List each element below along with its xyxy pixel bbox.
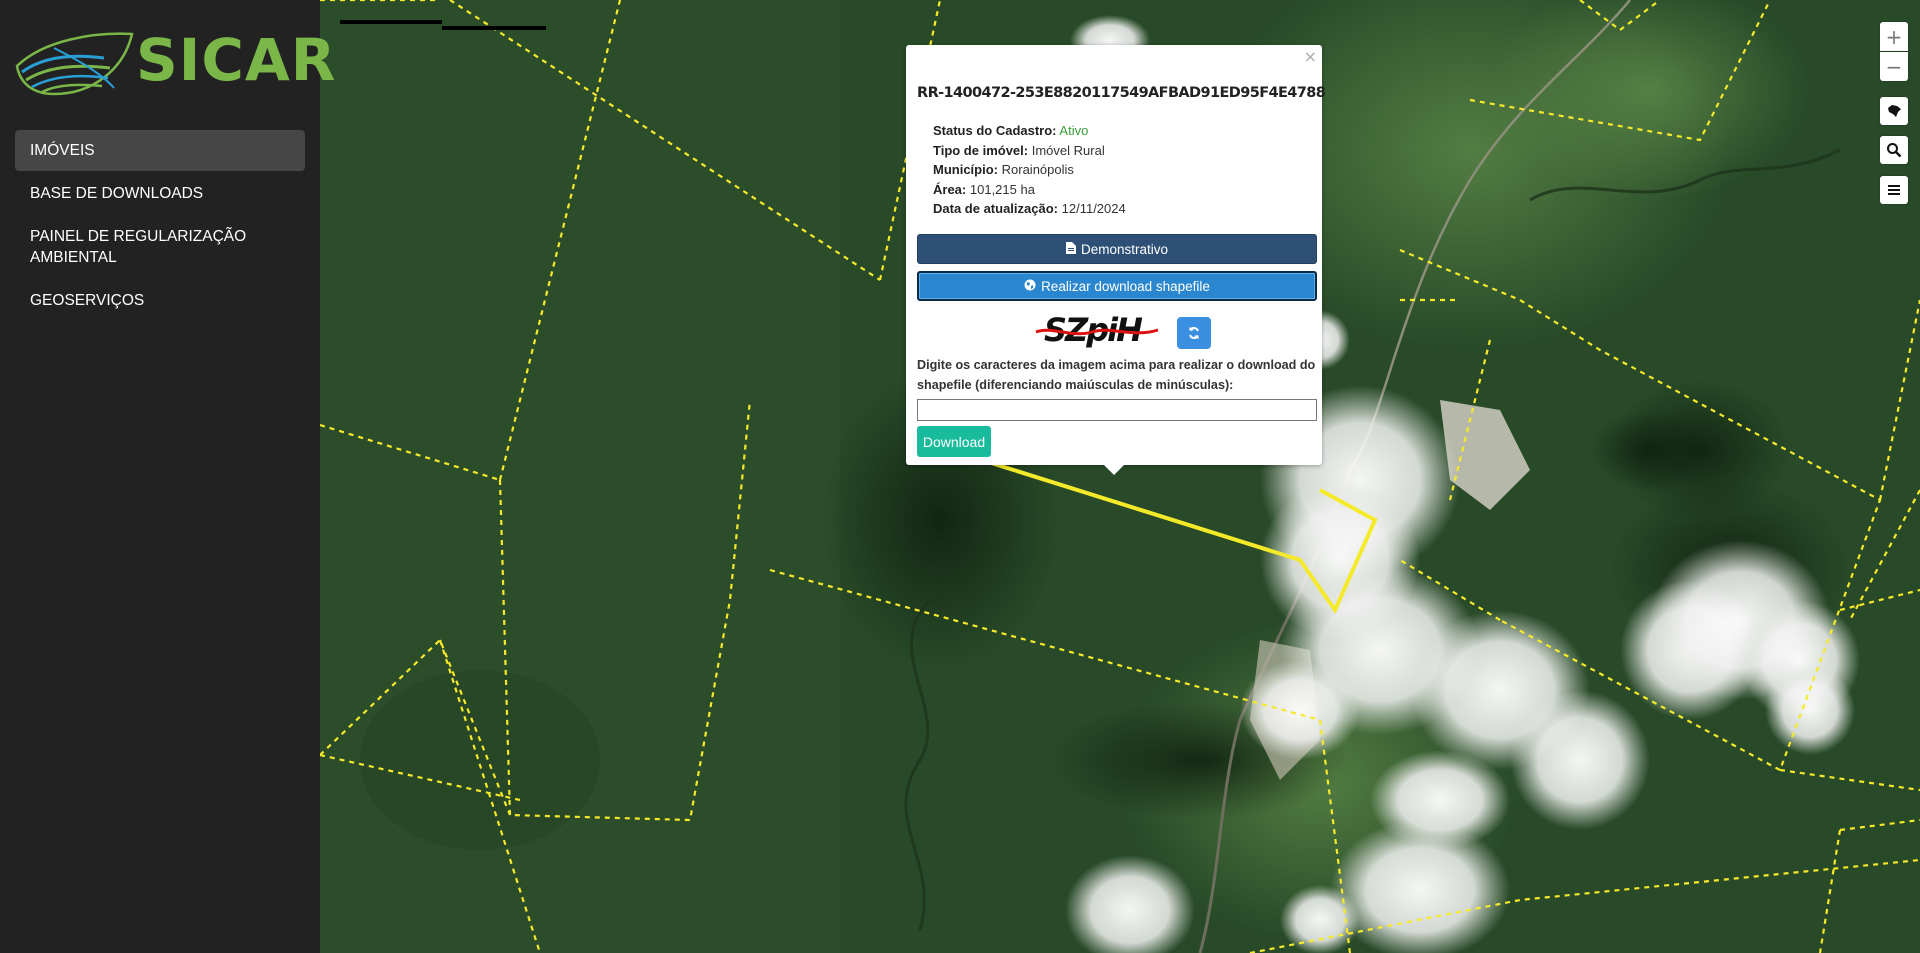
property-popup: × RR-1400472-253E8820117549AFBAD91ED95F4… bbox=[906, 45, 1326, 475]
info-label: Município: bbox=[933, 162, 998, 178]
sicar-logo-emblem-icon bbox=[15, 32, 134, 96]
layers-menu-icon bbox=[1888, 185, 1900, 195]
sidebar: SICAR IMÓVEIS BASE DE DOWNLOADS PAINEL D… bbox=[0, 0, 335, 953]
layers-menu-button[interactable] bbox=[1880, 176, 1908, 204]
info-row-data: Data de atualização: 12/11/2024 bbox=[933, 199, 1126, 219]
info-label: Data de atualização: bbox=[933, 201, 1058, 217]
captcha-image: SZpiH bbox=[1035, 311, 1159, 349]
info-row-tipo: Tipo de imóvel: Imóvel Rural bbox=[933, 141, 1126, 161]
status-value: Ativo bbox=[1059, 123, 1089, 138]
info-row-area: Área: 101,215 ha bbox=[933, 180, 1126, 200]
info-row-municipio: Município: Rorainópolis bbox=[933, 160, 1126, 180]
sidebar-item-painel-regularizacao[interactable]: PAINEL DE REGULARIZAÇÃO AMBIENTAL bbox=[15, 216, 305, 278]
demonstrativo-button[interactable]: Demonstrativo bbox=[917, 234, 1317, 264]
info-label: Área: bbox=[933, 181, 967, 197]
refresh-icon bbox=[1189, 327, 1199, 339]
download-button[interactable]: Download bbox=[917, 426, 991, 457]
brazil-extent-button[interactable] bbox=[1880, 97, 1908, 125]
sidebar-item-geoservicos[interactable]: GEOSERVIÇOS bbox=[15, 280, 305, 321]
logo-text: SICAR bbox=[136, 26, 337, 94]
file-icon bbox=[1065, 241, 1076, 257]
brazil-map-icon bbox=[1888, 105, 1901, 117]
sicar-logo[interactable]: SICAR bbox=[14, 26, 335, 100]
demonstrativo-label: Demonstrativo bbox=[1080, 241, 1169, 257]
info-value: 101,215 ha bbox=[969, 181, 1035, 197]
info-value: Rorainópolis bbox=[1001, 162, 1074, 178]
zoom-out-button[interactable]: − bbox=[1880, 52, 1908, 81]
info-value: 12/11/2024 bbox=[1061, 201, 1126, 217]
search-icon bbox=[1887, 143, 1902, 158]
info-row-status: Status do Cadastro: Ativo bbox=[933, 121, 1126, 141]
sidebar-item-imoveis[interactable]: IMÓVEIS bbox=[15, 130, 305, 171]
globe-icon bbox=[1024, 279, 1036, 294]
info-value: Imóvel Rural bbox=[1031, 142, 1105, 158]
captcha-instructions: Digite os caracteres da imagem acima par… bbox=[917, 358, 1316, 392]
close-icon[interactable]: × bbox=[1304, 47, 1317, 66]
search-button[interactable] bbox=[1880, 136, 1908, 164]
sidebar-item-base-downloads[interactable]: BASE DE DOWNLOADS bbox=[15, 173, 305, 214]
property-info: Status do Cadastro: Ativo Tipo de imóvel… bbox=[933, 121, 1126, 219]
download-shapefile-button[interactable]: Realizar download shapefile bbox=[917, 271, 1317, 301]
info-label: Status do Cadastro: bbox=[933, 123, 1057, 138]
captcha-input[interactable] bbox=[917, 399, 1317, 421]
popup-pointer bbox=[1104, 465, 1124, 475]
info-label: Tipo de imóvel: bbox=[933, 142, 1029, 158]
sidebar-nav: IMÓVEIS BASE DE DOWNLOADS PAINEL DE REGU… bbox=[15, 130, 305, 321]
zoom-in-button[interactable]: + bbox=[1880, 22, 1908, 51]
captcha-refresh-button[interactable] bbox=[1177, 317, 1211, 349]
property-code: RR-1400472-253E8820117549AFBAD91ED95F4E4… bbox=[917, 85, 1326, 101]
download-shapefile-label: Realizar download shapefile bbox=[1041, 278, 1210, 294]
scale-bar bbox=[340, 20, 550, 32]
